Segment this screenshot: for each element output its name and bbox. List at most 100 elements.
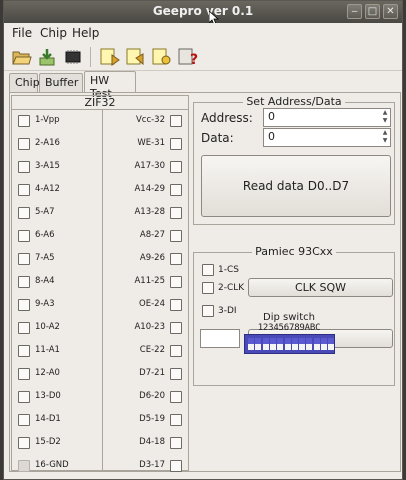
pin-checkbox[interactable] [18,322,30,334]
pin-label: 1-Vpp [35,115,60,125]
clk-checkbox[interactable] [202,282,214,294]
dip-switch-toggle[interactable] [262,338,269,350]
pin-checkbox[interactable] [170,230,182,242]
dip-switch-title: Dip switch [263,312,315,323]
pin-label: D6-20 [139,391,165,401]
pin-label: 6-A6 [35,230,55,240]
pin-label: 7-A5 [35,253,55,263]
di-checkbox[interactable] [202,305,214,317]
pin-checkbox[interactable] [170,138,182,150]
dip-switch-toggle[interactable] [255,338,262,350]
pin-checkbox[interactable] [170,299,182,311]
pin-label: 15-D2 [35,437,61,447]
cs-checkbox[interactable] [202,264,214,276]
dip-switch-toggle[interactable] [321,338,327,350]
dip-switch-toggle[interactable] [306,338,313,350]
pin-checkbox[interactable] [18,184,30,196]
read-chip-icon[interactable] [98,46,120,68]
pin-checkbox[interactable] [18,345,30,357]
pin-checkbox[interactable] [18,115,30,127]
pin-label: OE-24 [139,299,165,309]
pin-checkbox[interactable] [170,276,182,288]
pin-checkbox[interactable] [170,345,182,357]
dip-switch-toggle[interactable] [284,338,291,350]
pin-label: A11-25 [134,276,165,286]
pin-checkbox[interactable] [170,391,182,403]
pin-label: 12-A0 [35,368,60,378]
pin-checkbox[interactable] [18,391,30,403]
read-data-button[interactable]: Read data D0..D7 [201,155,391,217]
tab-hw-test[interactable]: HW Test [84,71,136,100]
tab-chip[interactable]: Chip [9,73,40,92]
test-chip-icon[interactable]: ? [176,46,198,68]
address-spinbox[interactable]: 0 ▲ ▼ [263,108,391,127]
pin-checkbox[interactable] [18,414,30,426]
pin-label: A8-27 [139,230,165,240]
dip-switch-toggle[interactable] [291,338,298,350]
pin-checkbox[interactable] [18,437,30,449]
pin-checkbox[interactable] [170,253,182,265]
clk-sqw-button[interactable]: CLK SQW [248,278,393,297]
pin-checkbox[interactable] [18,161,30,173]
pin-checkbox[interactable] [18,230,30,242]
pin-label: 13-D0 [35,391,61,401]
close-button[interactable]: ✕ [383,4,398,19]
pin-checkbox[interactable] [170,161,182,173]
pin-checkbox[interactable] [170,368,182,380]
pin-checkbox[interactable] [18,368,30,380]
toolbar-separator [90,47,91,67]
dip-switch-toggle[interactable] [269,338,276,350]
menu-help[interactable]: Help [72,26,99,40]
data-value: 0 [268,130,275,143]
write-chip-icon[interactable] [124,46,146,68]
maximize-button[interactable]: □ [365,4,380,19]
dip-switch-toggle[interactable] [313,338,320,350]
pin-label: A9-26 [139,253,165,263]
verify-chip-icon[interactable] [150,46,172,68]
pin-checkbox[interactable] [170,207,182,219]
pin-checkbox[interactable] [170,184,182,196]
pin-label: 4-A12 [35,184,60,194]
pin-label: D5-19 [139,414,165,424]
minimize-button[interactable]: ‒ [347,4,362,19]
spin-arrows-icon[interactable]: ▲ ▼ [380,129,390,146]
pin-checkbox[interactable] [18,253,30,265]
menu-chip[interactable]: Chip [40,26,67,40]
pin-label: 11-A1 [35,345,60,355]
pin-label: Vcc-32 [135,115,165,125]
dip-switch-toggle[interactable] [277,338,284,350]
hw-test-panel: ZIF32 1-Vpp 2-A16 3-A15 4-A12 5-A7 6-A6 7-A5 8-… [9,92,401,472]
pin-checkbox[interactable] [18,299,30,311]
pin-checkbox[interactable] [18,207,30,219]
zif-title: ZIF32 [84,96,116,109]
spin-arrows-icon[interactable]: ▲ ▼ [380,109,390,126]
dip-switch-knob [321,344,327,350]
open-file-icon[interactable] [10,46,32,68]
data-spinbox[interactable]: 0 ▲ ▼ [263,128,391,147]
pin-checkbox[interactable] [18,276,30,288]
pin-checkbox[interactable] [170,115,182,127]
dip-switch-toggle[interactable] [248,338,254,350]
dip-switch-knob [262,344,269,350]
title-bar[interactable]: Geepro ver 0.1 ‒ □ ✕ [4,1,402,26]
pin-checkbox[interactable] [170,414,182,426]
pin-checkbox[interactable] [18,138,30,150]
dip-switch-toggle[interactable] [328,338,335,350]
pin-label: 16-GND [35,460,69,470]
dip-switch-knob [255,344,262,350]
menu-file[interactable]: File [12,26,32,40]
set-address-title: Set Address/Data [243,95,345,108]
pin-checkbox[interactable] [170,460,182,472]
pin-checkbox[interactable] [18,460,30,472]
dip-switch-toggle[interactable] [299,338,306,350]
pin-label: 8-A4 [35,276,55,286]
pin-label: 5-A7 [35,207,55,217]
svg-text:?: ? [190,52,198,68]
tab-buffer[interactable]: Buffer [39,73,83,92]
chip-icon[interactable] [62,46,84,68]
dip-switch-knob [284,344,291,350]
pin-checkbox[interactable] [170,322,182,334]
save-icon[interactable] [36,46,58,68]
pin-label: A14-29 [134,184,165,194]
pin-checkbox[interactable] [170,437,182,449]
